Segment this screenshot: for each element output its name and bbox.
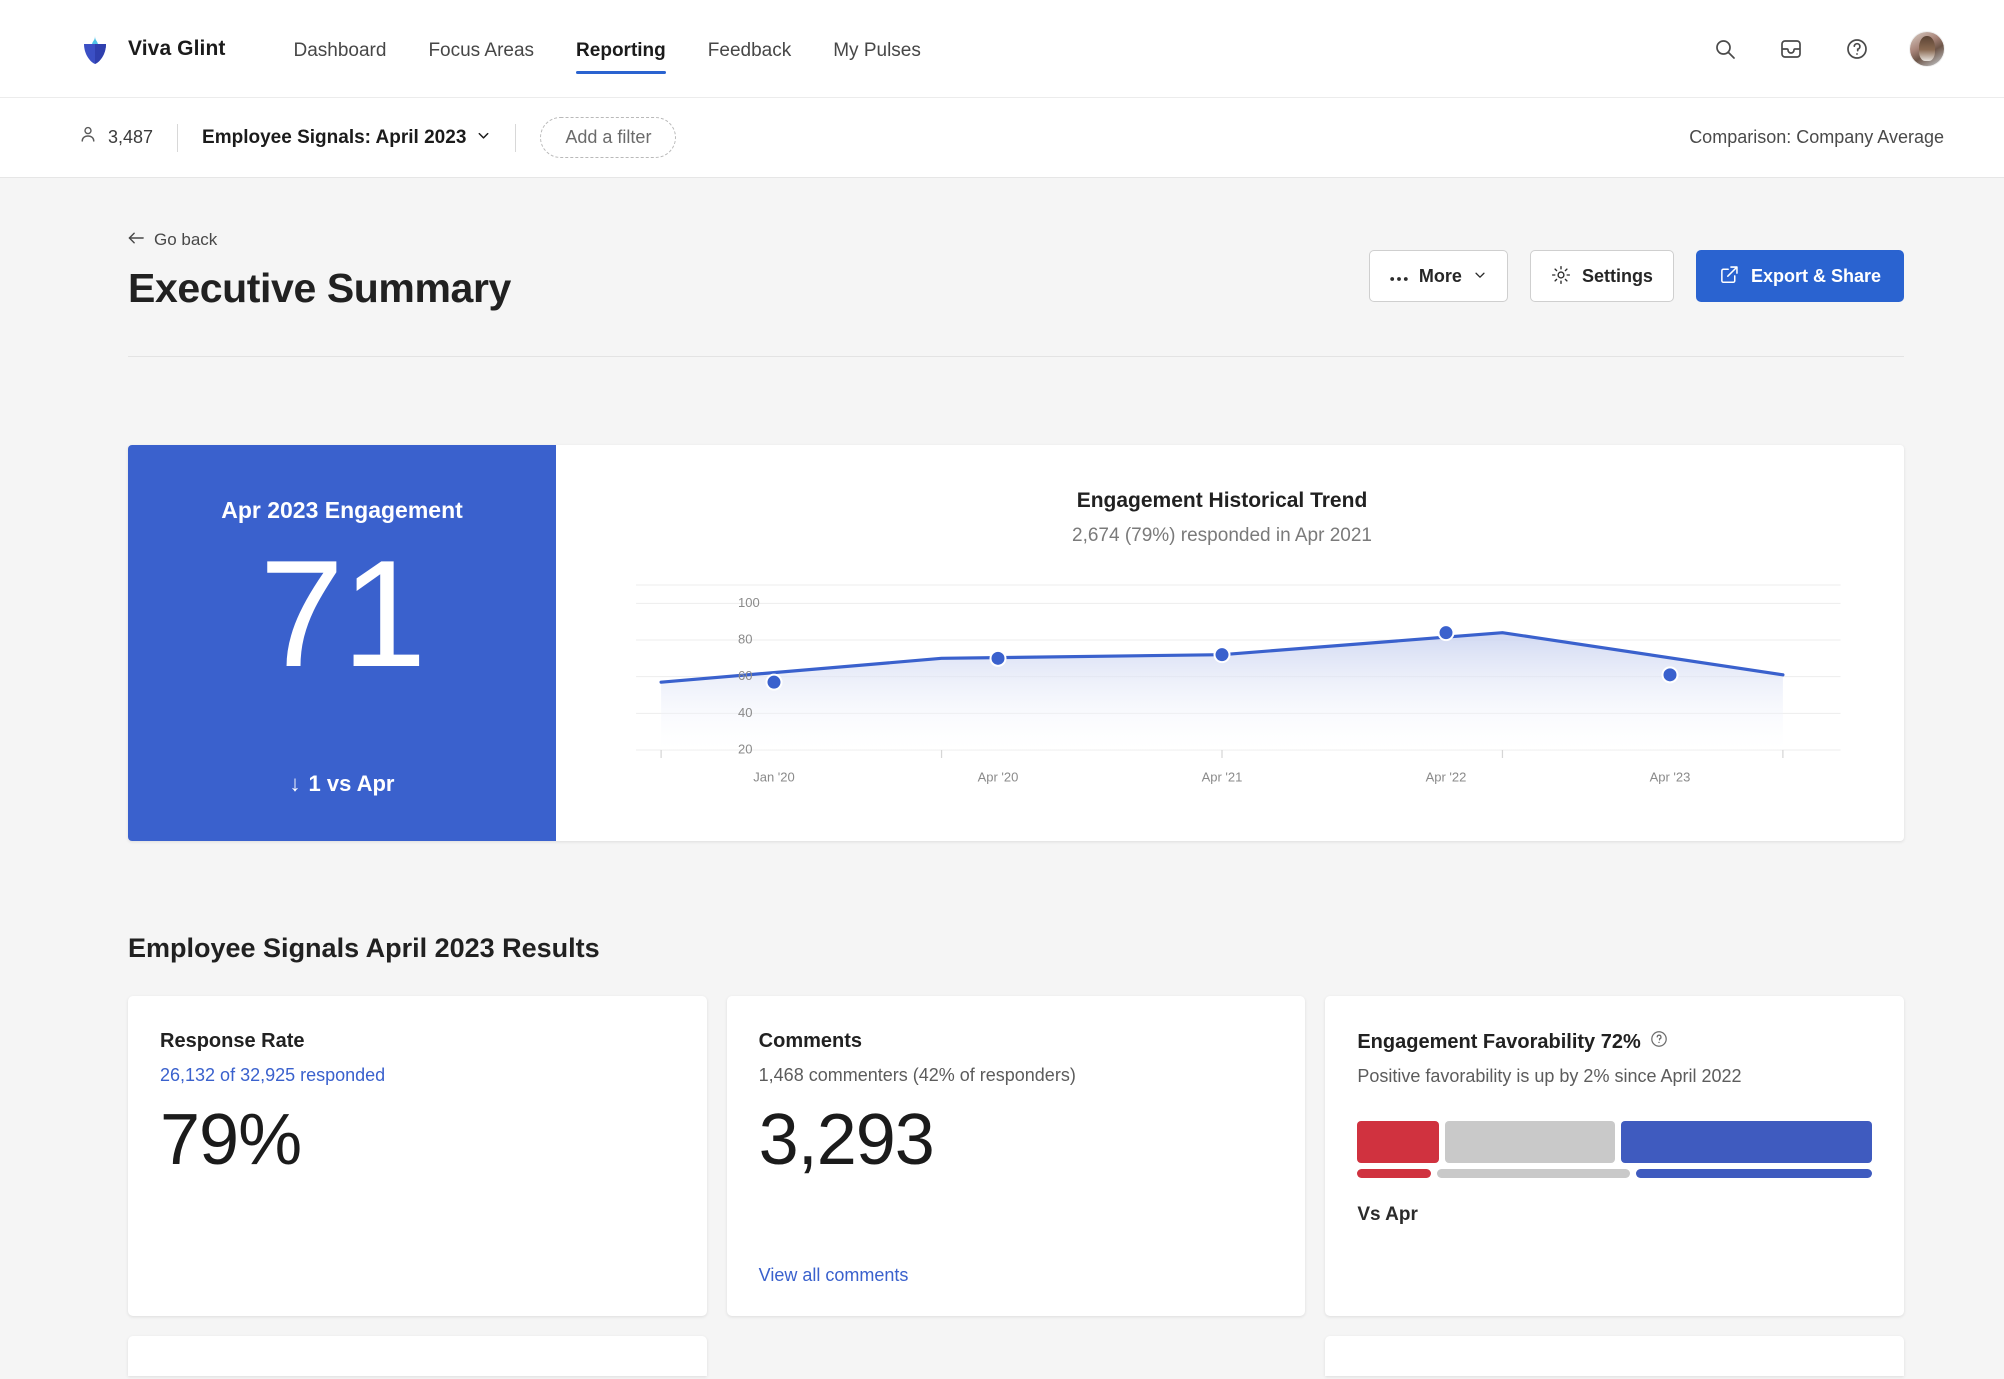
favorability-title: Engagement Favorability 72% [1357, 1030, 1872, 1054]
favorability-current-row [1357, 1121, 1872, 1163]
engagement-score-delta: ↓ 1 vs Apr [289, 771, 394, 797]
avatar[interactable] [1910, 32, 1944, 66]
share-icon [1719, 264, 1740, 288]
chart-plot-area: 100 80 60 40 20Jan '20 Apr '20 Apr '21 Apr '22 A… [596, 577, 1848, 792]
svg-text:Jan '20: Jan '20 [753, 769, 795, 784]
survey-selector[interactable]: Employee Signals: April 2023 [202, 127, 491, 149]
svg-text:Apr '23: Apr '23 [1650, 769, 1691, 784]
favorability-title-label: Engagement Favorability 72% [1357, 1031, 1640, 1054]
next-cards-row-peek [128, 1336, 1904, 1376]
people-count-value: 3,487 [108, 127, 153, 148]
more-button-label: More [1419, 267, 1462, 285]
response-rate-value: 79% [160, 1104, 675, 1176]
nav-item-reporting[interactable]: Reporting [576, 0, 666, 98]
svg-text:60: 60 [738, 668, 752, 683]
engagement-hero-card: Apr 2023 Engagement 71 ↓ 1 vs Apr Engage… [128, 445, 1904, 841]
info-icon[interactable] [1650, 1030, 1668, 1054]
person-icon [78, 125, 98, 150]
favorability-vs-label: Vs Apr [1357, 1204, 1872, 1226]
favorability-comparison-segment-neutral-prev [1437, 1169, 1631, 1178]
filter-bar: 3,487 Employee Signals: April 2023 Add a… [0, 98, 2004, 178]
chevron-down-icon [1473, 267, 1487, 285]
settings-button-label: Settings [1582, 267, 1653, 285]
favorability-detail: Positive favorability is up by 2% since … [1357, 1066, 1872, 1087]
favorability-segment-unfavorable[interactable] [1357, 1121, 1439, 1163]
page-header-row: Executive Summary More [128, 250, 1904, 312]
nav-item-feedback[interactable]: Feedback [708, 0, 791, 98]
engagement-trend-chart: Engagement Historical Trend 2,674 (79%) … [556, 445, 1904, 841]
engagement-score-delta-label: 1 vs Apr [308, 771, 394, 797]
settings-button[interactable]: Settings [1530, 250, 1674, 302]
brand[interactable]: Viva Glint [78, 32, 225, 66]
svg-text:80: 80 [738, 631, 752, 646]
favorability-bars [1357, 1121, 1872, 1178]
arrow-left-icon [128, 230, 145, 250]
people-count: 3,487 [78, 125, 153, 150]
svg-text:20: 20 [738, 741, 752, 756]
more-button[interactable]: More [1369, 250, 1508, 302]
engagement-score-value: 71 [259, 538, 424, 690]
comments-value: 3,293 [759, 1104, 1274, 1176]
inbox-icon[interactable] [1778, 36, 1804, 62]
next-card-left [128, 1336, 707, 1376]
viva-glint-logo-icon [78, 32, 112, 66]
results-section-title: Employee Signals April 2023 Results [128, 933, 1904, 964]
favorability-comparison-row [1357, 1169, 1872, 1178]
next-card-middle-gap [727, 1336, 1306, 1376]
nav-item-my-pulses[interactable]: My Pulses [833, 0, 921, 98]
view-all-comments-link[interactable]: View all comments [759, 1265, 1274, 1286]
gear-icon [1551, 265, 1571, 288]
page-title: Executive Summary [128, 265, 511, 312]
comments-detail: 1,468 commenters (42% of responders) [759, 1065, 1274, 1086]
divider [177, 124, 178, 152]
arrow-down-icon: ↓ [289, 771, 300, 797]
search-icon[interactable] [1712, 36, 1738, 62]
top-navigation-bar: Viva Glint Dashboard Focus Areas Reporti… [0, 0, 2004, 98]
chevron-down-icon [476, 127, 491, 149]
export-share-button-label: Export & Share [1751, 267, 1881, 285]
go-back-label: Go back [154, 230, 217, 250]
comparison-label: Comparison: Company Average [1689, 127, 1944, 148]
chart-subtitle: 2,674 (79%) responded in Apr 2021 [596, 525, 1848, 547]
engagement-score-label: Apr 2023 Engagement [221, 497, 463, 524]
svg-text:40: 40 [738, 705, 752, 720]
page-content: Go back Executive Summary More [0, 178, 2004, 1376]
response-rate-card: Response Rate 26,132 of 32,925 responded… [128, 996, 707, 1316]
svg-text:Apr '20: Apr '20 [978, 769, 1019, 784]
svg-text:100: 100 [738, 595, 760, 610]
response-rate-title: Response Rate [160, 1030, 675, 1053]
favorability-segment-favorable[interactable] [1621, 1121, 1872, 1163]
header-divider [128, 356, 1904, 357]
export-share-button[interactable]: Export & Share [1696, 250, 1904, 302]
favorability-comparison-segment-favorable-prev [1636, 1169, 1872, 1178]
response-rate-detail-link[interactable]: 26,132 of 32,925 responded [160, 1065, 675, 1086]
favorability-comparison-segment-unfavorable-prev [1357, 1169, 1430, 1178]
nav-links: Dashboard Focus Areas Reporting Feedback… [293, 0, 920, 98]
comments-card: Comments 1,468 commenters (42% of respon… [727, 996, 1306, 1316]
next-card-right [1325, 1336, 1904, 1376]
add-filter-button[interactable]: Add a filter [540, 117, 676, 158]
brand-name: Viva Glint [128, 37, 225, 61]
ellipsis-icon [1390, 267, 1408, 285]
svg-text:Apr '21: Apr '21 [1202, 769, 1243, 784]
page-actions: More Settings [1369, 250, 1904, 312]
engagement-score-panel: Apr 2023 Engagement 71 ↓ 1 vs Apr [128, 445, 556, 841]
comments-title: Comments [759, 1030, 1274, 1053]
survey-selector-label: Employee Signals: April 2023 [202, 127, 466, 149]
nav-item-dashboard[interactable]: Dashboard [293, 0, 386, 98]
nav-item-focus-areas[interactable]: Focus Areas [428, 0, 534, 98]
help-icon[interactable] [1844, 36, 1870, 62]
favorability-segment-neutral[interactable] [1445, 1121, 1614, 1163]
trend-axis-labels: 100 80 60 40 20Jan '20 Apr '20 Apr '21 Apr '22 A… [596, 577, 1848, 792]
go-back-link[interactable]: Go back [128, 230, 217, 250]
engagement-favorability-card: Engagement Favorability 72% Positive fav… [1325, 996, 1904, 1316]
divider [515, 124, 516, 152]
nav-right-actions [1712, 32, 1944, 66]
svg-text:Apr '22: Apr '22 [1426, 769, 1467, 784]
chart-title: Engagement Historical Trend [596, 489, 1848, 513]
results-cards: Response Rate 26,132 of 32,925 responded… [128, 996, 1904, 1316]
